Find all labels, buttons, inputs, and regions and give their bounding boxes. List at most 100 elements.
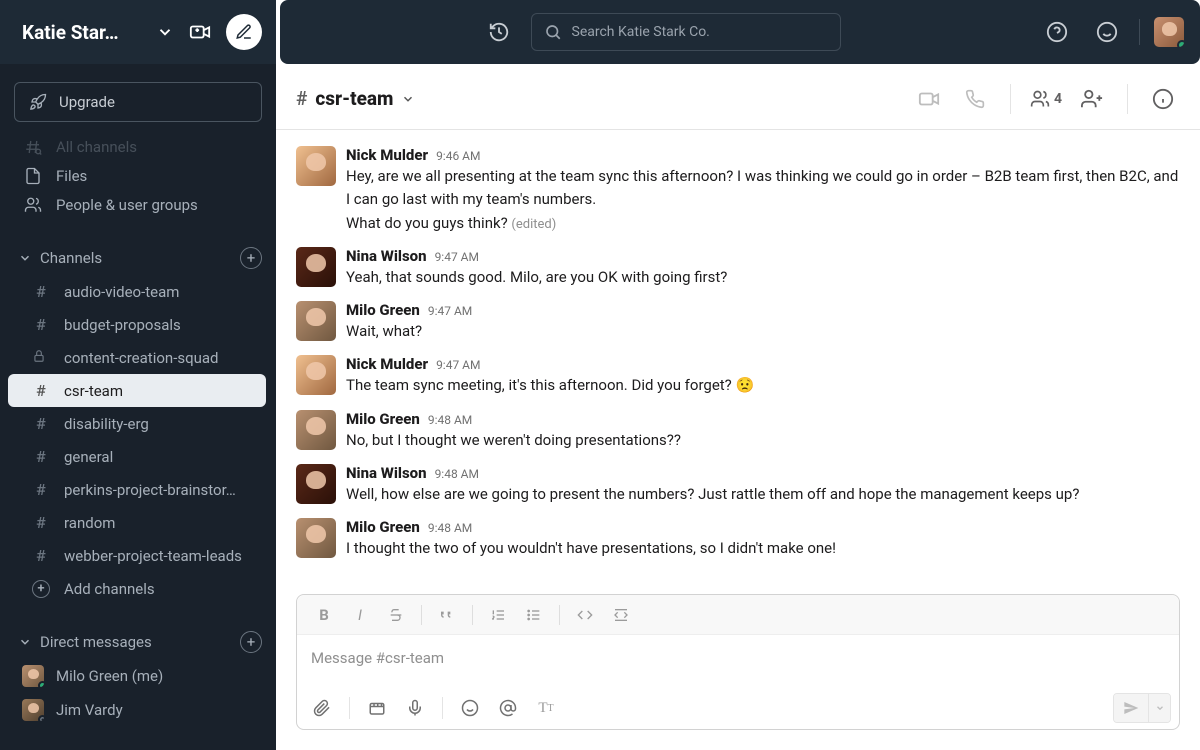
strike-button[interactable] [379,601,413,629]
nav-all-channels[interactable]: All channels [0,131,276,163]
member-count[interactable]: 4 [1029,82,1063,116]
history-icon[interactable] [481,14,517,50]
channel-webber-project-team-leads[interactable]: #webber-project-team-leads [8,539,266,572]
dm-milo-green-me-[interactable]: Milo Green (me) [0,659,276,693]
dm-jim-vardy[interactable]: Jim Vardy [0,693,276,727]
message-text: Well, how else are we going to present t… [346,483,1180,506]
quote-button[interactable] [430,601,464,629]
attach-button[interactable] [305,694,339,722]
message-time: 9:48 AM [428,521,472,535]
message-time: 9:47 AM [428,304,472,318]
composer-area: B I Message #csr-team [276,594,1200,750]
message-text: Yeah, that sounds good. Milo, are you OK… [346,266,1180,289]
channel-budget-proposals[interactable]: #budget-proposals [8,308,266,341]
rocket-icon [29,93,47,111]
emoji-button[interactable] [453,694,487,722]
channel-audio-video-team[interactable]: #audio-video-team [8,275,266,308]
message-author[interactable]: Milo Green [346,410,420,428]
avatar[interactable] [296,410,336,450]
video-clip-button[interactable] [360,694,394,722]
message-author[interactable]: Milo Green [346,301,420,319]
message-author[interactable]: Nina Wilson [346,247,427,265]
video-call-icon[interactable] [912,82,946,116]
composer-bottom-bar: TT [297,687,1179,729]
message-text: I thought the two of you wouldn't have p… [346,537,1180,560]
main-area: Search Katie Stark Co. # csr-team [276,0,1200,750]
channel-perkins-project-brainstor-[interactable]: #perkins-project-brainstor… [8,473,266,506]
avatar [22,699,44,721]
channel-csr-team[interactable]: #csr-team [8,374,266,407]
chevron-down-icon[interactable] [18,251,32,265]
hash-icon: # [32,282,50,301]
audio-clip-button[interactable] [398,694,432,722]
user-avatar[interactable] [1154,17,1184,47]
hash-icon: # [32,381,50,400]
nav-people[interactable]: People & user groups [0,189,276,221]
emoji-icon[interactable] [1089,14,1125,50]
phone-call-icon[interactable] [958,82,992,116]
hash-icon: # [32,513,50,532]
start-huddle-icon[interactable] [182,14,218,50]
message-time: 9:46 AM [436,149,480,163]
channels-label[interactable]: Channels [40,249,232,267]
compose-button[interactable] [226,14,262,50]
format-toggle-button[interactable]: TT [529,694,563,722]
nav-files[interactable]: Files [0,160,276,192]
avatar[interactable] [296,518,336,558]
channel-label: random [64,514,115,532]
code-button[interactable] [568,601,602,629]
lock-icon [32,349,50,367]
message-author[interactable]: Nina Wilson [346,464,427,482]
channel-label: budget-proposals [64,316,181,334]
files-icon [24,167,42,185]
ordered-list-button[interactable] [481,601,515,629]
avatar[interactable] [296,464,336,504]
channel-title[interactable]: # csr-team [296,87,415,110]
send-button[interactable] [1114,694,1148,722]
add-channels-row[interactable]: + Add channels [8,572,266,605]
italic-button[interactable]: I [343,601,377,629]
add-dm-button[interactable]: + [240,631,262,653]
dms-label[interactable]: Direct messages [40,633,232,651]
message: Milo Green 9:48 AM I thought the two of yo… [276,512,1200,566]
channel-random[interactable]: # random [8,506,266,539]
help-icon[interactable] [1039,14,1075,50]
channel-label: perkins-project-brainstor… [64,481,236,499]
message-time: 9:48 AM [435,467,479,481]
mention-button[interactable] [491,694,525,722]
message-author[interactable]: Milo Green [346,518,420,536]
members-icon [1030,89,1050,109]
avatar[interactable] [296,146,336,186]
hash-icon: # [32,546,50,565]
message-input[interactable]: Message #csr-team [297,635,1179,687]
bullet-list-button[interactable] [517,601,551,629]
message: Nina Wilson9:47 AMYeah, that sounds good… [276,241,1200,295]
codeblock-button[interactable] [604,601,638,629]
workspace-header: Katie Star… [0,0,276,64]
channel-content-creation-squad[interactable]: content-creation-squad [8,341,266,374]
message-composer: B I Message #csr-team [296,594,1180,730]
avatar[interactable] [296,301,336,341]
send-options-button[interactable] [1148,694,1170,722]
upgrade-button[interactable]: Upgrade [14,82,262,122]
sidebar: Katie Star… Upgrade All channels Files [0,0,276,750]
sidebar-body: Upgrade All channels Files People & user… [0,64,276,750]
message: Milo Green9:48 AMNo, but I thought we we… [276,404,1200,458]
channel-disability-erg[interactable]: #disability-erg [8,407,266,440]
format-toolbar: B I [297,595,1179,635]
add-channel-button[interactable]: + [240,247,262,269]
chevron-down-icon[interactable] [18,635,32,649]
workspace-name[interactable]: Katie Star… [22,21,148,44]
add-member-icon[interactable] [1075,82,1109,116]
avatar[interactable] [296,247,336,287]
search-icon [544,23,562,41]
channel-general[interactable]: #general [8,440,266,473]
message: Nick Mulder9:46 AMHey, are we all presen… [276,140,1200,241]
message-author[interactable]: Nick Mulder [346,355,428,373]
channel-info-icon[interactable] [1146,82,1180,116]
bold-button[interactable]: B [307,601,341,629]
avatar[interactable] [296,355,336,395]
chevron-down-icon[interactable] [156,23,174,41]
message-author[interactable]: Nick Mulder [346,146,428,164]
search-input[interactable]: Search Katie Stark Co. [531,13,841,51]
